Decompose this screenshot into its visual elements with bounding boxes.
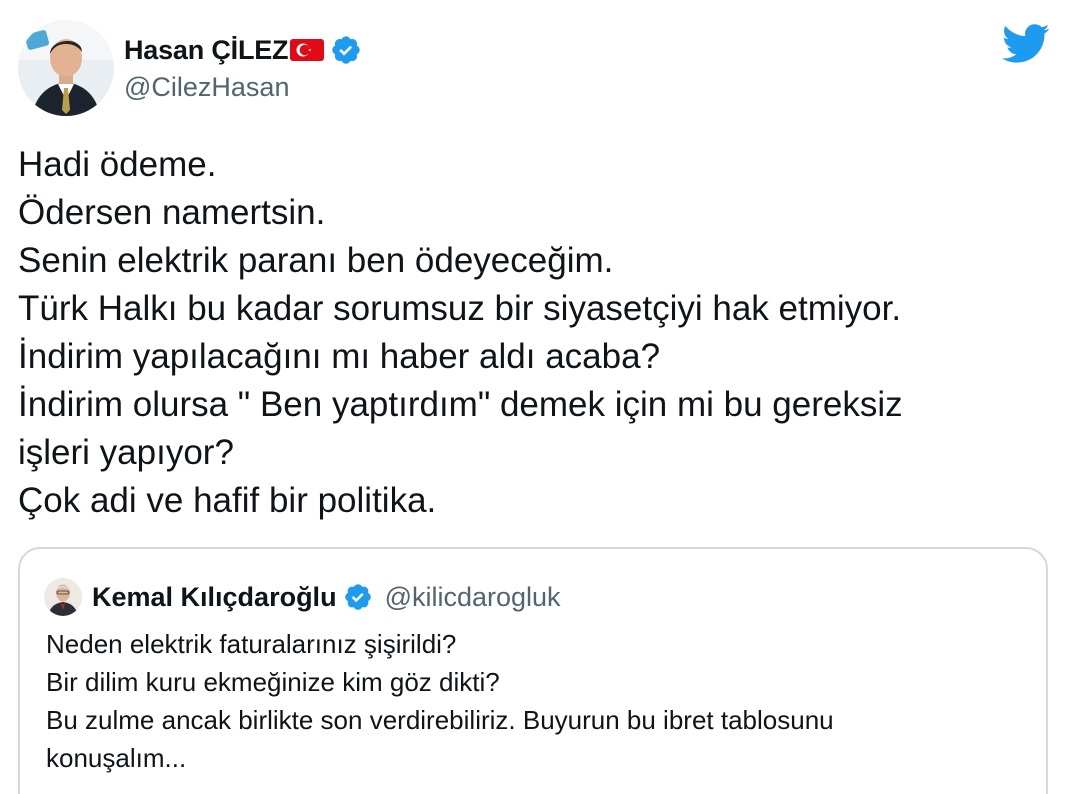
verified-badge-icon [330,34,362,66]
tweet-line: Senin elektrik paranı ben ödeyeceğim. [18,241,614,280]
tweet-card: Hasan ÇİLEZ @CilezHasan Hadi ödeme. Öder… [0,0,1070,794]
twitter-bird-icon[interactable] [1002,24,1050,64]
quoted-tweet-text: Neden elektrik faturalarınız şişirildi? … [46,625,1026,777]
quoted-tweet-line: Bir dilim kuru ekmeğinize kim göz dikti? [46,667,500,697]
author-avatar[interactable] [18,20,114,116]
author-display-name[interactable]: Hasan ÇİLEZ [124,35,289,66]
quoted-tweet-line: Neden elektrik faturalarınız şişirildi? [46,629,457,659]
author-name-row: Hasan ÇİLEZ [124,30,362,70]
quoted-tweet-line: Bu zulme ancak birlikte son verdirebilir… [46,705,834,735]
tweet-line: işleri yapıyor? [18,433,234,472]
tweet-line: Ödersen namertsin. [18,193,326,232]
tweet-line: Çok adi ve hafif bir politika. [18,481,437,520]
quoted-author-display-name[interactable]: Kemal Kılıçdaroğlu [92,582,337,613]
tweet-line: Türk Halkı bu kadar sorumsuz bir siyaset… [18,289,902,328]
quoted-tweet[interactable]: Kemal Kılıçdaroğlu @kilicdarogluk Neden … [18,547,1048,794]
tweet-text: Hadi ödeme. Ödersen namertsin. Senin ele… [18,141,1054,525]
turkey-flag-icon [290,38,325,62]
tweet-line: İndirim olursa " Ben yaptırdım" demek iç… [18,385,903,424]
author-handle[interactable]: @CilezHasan [124,72,289,103]
quoted-author-handle[interactable]: @kilicdarogluk [385,582,561,613]
quoted-author-avatar[interactable] [44,578,82,616]
tweet-line: İndirim yapılacağını mı haber aldı acaba… [18,337,661,376]
quoted-tweet-line: konuşalım... [46,743,187,773]
tweet-line: Hadi ödeme. [18,145,217,184]
quoted-tweet-header: Kemal Kılıçdaroğlu @kilicdarogluk [44,577,561,617]
verified-badge-icon [343,582,373,612]
